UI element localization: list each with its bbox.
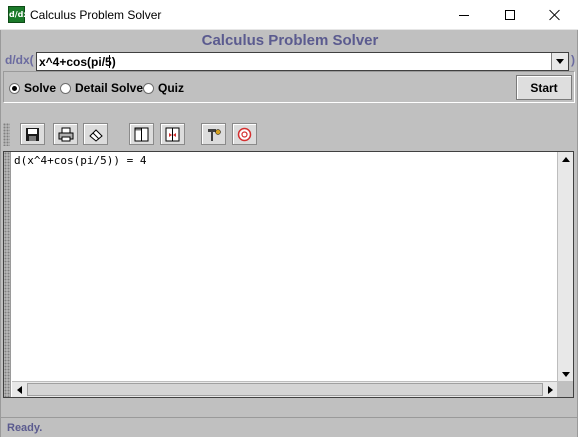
swap-view-icon bbox=[165, 127, 180, 141]
mode-radio-quiz[interactable]: Quiz bbox=[143, 81, 184, 95]
scroll-up-button[interactable] bbox=[558, 152, 573, 167]
scroll-left-button[interactable] bbox=[12, 382, 27, 397]
help-icon bbox=[237, 127, 252, 141]
chevron-down-icon bbox=[561, 372, 570, 377]
settings-button[interactable] bbox=[201, 123, 226, 145]
status-text: Ready. bbox=[7, 422, 43, 434]
toolbar bbox=[3, 121, 575, 148]
text-caret bbox=[109, 55, 110, 68]
toolbar-grip[interactable] bbox=[3, 123, 10, 146]
scrollbar-corner bbox=[557, 381, 573, 397]
derivative-suffix-label: ) bbox=[571, 53, 575, 67]
chevron-down-icon bbox=[556, 59, 564, 64]
print-button[interactable] bbox=[53, 123, 78, 145]
horizontal-scrollbar[interactable] bbox=[12, 381, 558, 397]
radio-button[interactable] bbox=[143, 82, 154, 94]
derivative-prefix-label: d/dx( bbox=[5, 53, 34, 67]
save-button[interactable] bbox=[20, 123, 45, 145]
eraser-icon bbox=[88, 128, 103, 142]
start-button[interactable]: Start bbox=[516, 75, 572, 100]
mode-selector: Solve Detail Solve Quiz Start bbox=[3, 71, 575, 103]
chevron-up-icon bbox=[561, 157, 570, 162]
print-icon bbox=[58, 127, 73, 141]
split-view-icon bbox=[134, 127, 149, 141]
mode-label: Detail Solve bbox=[75, 81, 144, 95]
app-heading: Calculus Problem Solver bbox=[201, 32, 379, 49]
output-panel[interactable]: d(x^4+cos(pi/5)) = 4 bbox=[3, 151, 574, 398]
settings-icon bbox=[207, 128, 221, 141]
output-text[interactable]: d(x^4+cos(pi/5)) = 4 bbox=[14, 154, 146, 167]
radio-button[interactable] bbox=[60, 82, 71, 94]
radio-selected-dot bbox=[12, 85, 17, 91]
mode-radio-solve[interactable]: Solve bbox=[9, 81, 56, 95]
split-view-button[interactable] bbox=[129, 123, 154, 145]
output-panel-grip[interactable] bbox=[4, 152, 11, 397]
expression-input[interactable] bbox=[37, 53, 550, 70]
expression-dropdown-button[interactable] bbox=[551, 53, 568, 70]
help-button[interactable] bbox=[232, 123, 257, 145]
swap-view-button[interactable] bbox=[160, 123, 185, 145]
window-title: Calculus Problem Solver bbox=[30, 8, 162, 22]
status-bar: Ready. bbox=[1, 417, 577, 437]
clear-button[interactable] bbox=[83, 123, 108, 145]
scroll-down-button[interactable] bbox=[558, 367, 573, 382]
minimize-button[interactable] bbox=[441, 0, 487, 30]
save-icon bbox=[26, 127, 39, 141]
app-client-area: Calculus Problem Solver d/dx( ) Solve De… bbox=[0, 30, 578, 437]
maximize-button[interactable] bbox=[487, 0, 533, 30]
app-icon: d/dx bbox=[8, 6, 29, 23]
close-button[interactable] bbox=[532, 0, 578, 30]
minimize-icon bbox=[459, 14, 469, 16]
chevron-left-icon bbox=[17, 385, 22, 394]
vertical-scrollbar[interactable] bbox=[557, 152, 573, 382]
scroll-right-button[interactable] bbox=[543, 382, 558, 397]
mode-label: Quiz bbox=[158, 81, 184, 95]
expression-combobox[interactable] bbox=[36, 52, 569, 71]
window-title-bar[interactable]: d/dx Calculus Problem Solver bbox=[0, 0, 578, 30]
chevron-right-icon bbox=[548, 385, 553, 394]
close-icon bbox=[549, 9, 561, 21]
maximize-icon bbox=[505, 10, 515, 20]
mode-radio-detail-solve[interactable]: Detail Solve bbox=[60, 81, 143, 95]
mode-label: Solve bbox=[24, 81, 57, 95]
horizontal-scroll-thumb[interactable] bbox=[27, 383, 543, 396]
radio-button[interactable] bbox=[9, 82, 20, 94]
